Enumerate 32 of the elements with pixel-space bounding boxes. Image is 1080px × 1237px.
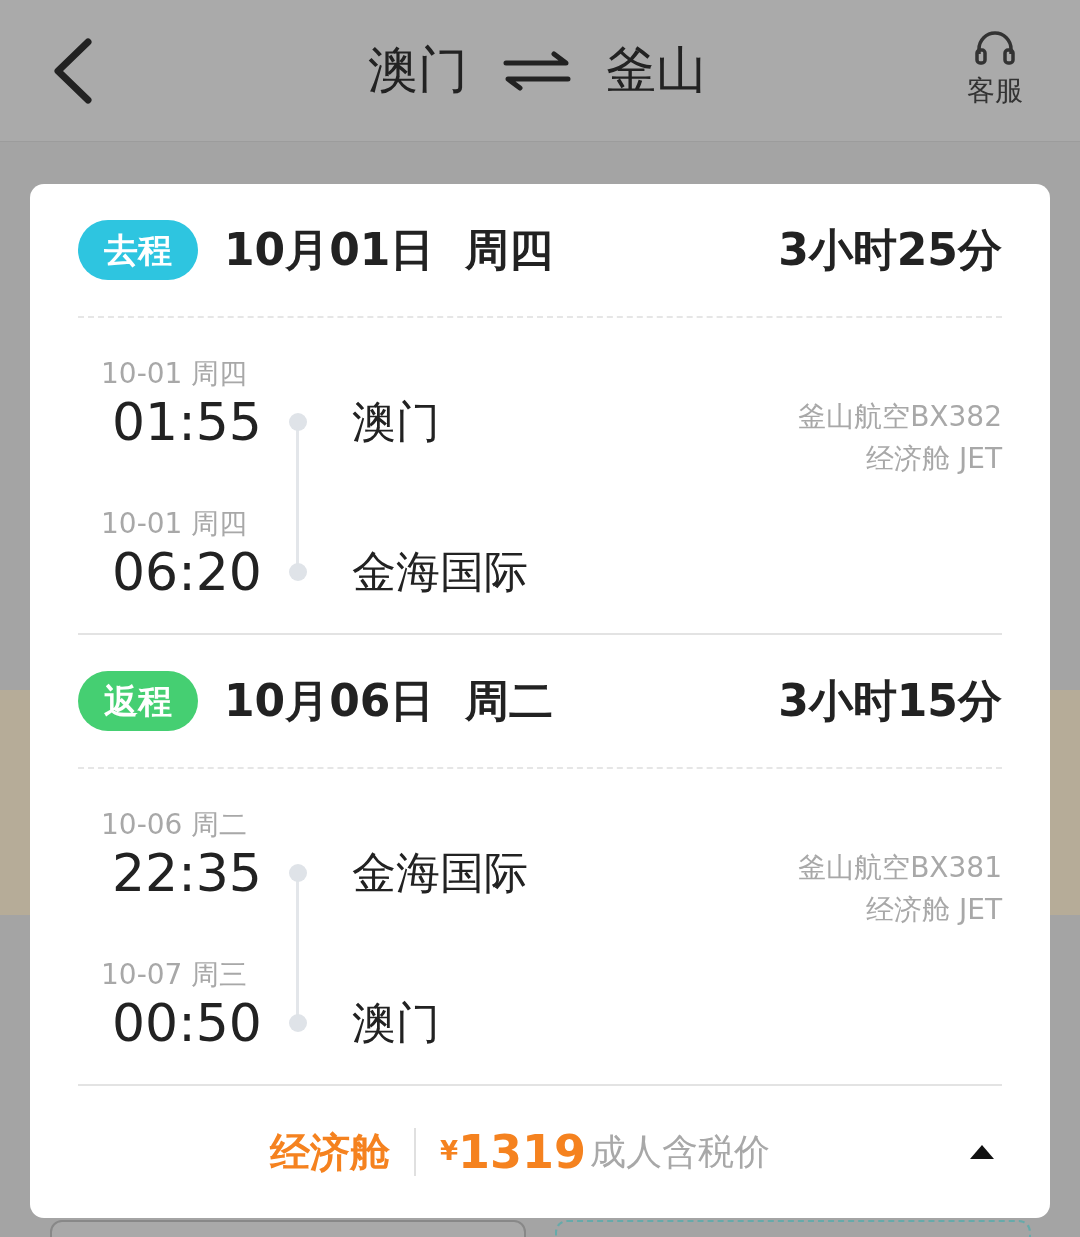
stop-date: 10-01 周四 (101, 356, 248, 392)
cabin-class: 经济舱 JET (866, 441, 1002, 477)
trip-date: 10月01日 周四 (224, 223, 554, 277)
destination-city: 釜山 (606, 40, 706, 101)
price-note: 成人含税价 (590, 1130, 771, 1174)
flight-number: 釜山航空BX381 (798, 850, 1002, 886)
flight-number: 釜山航空BX382 (798, 399, 1002, 435)
stop-time: 22:35 (111, 843, 262, 903)
stop-date: 10-07 周三 (101, 957, 248, 993)
stop-time: 01:55 (111, 392, 262, 452)
airport-name: 澳门 (352, 395, 440, 449)
cabin-class: 经济舱 JET (866, 892, 1002, 928)
caret-icon (968, 1143, 996, 1161)
origin-city: 澳门 (368, 40, 468, 101)
customer-service-button[interactable]: 客服 (960, 29, 1030, 112)
airport-name: 金海国际 (352, 846, 528, 900)
currency-symbol: ¥ (439, 1134, 459, 1168)
swap-arrows-icon (502, 50, 572, 91)
trip-duration: 3小时15分 (778, 674, 1002, 728)
stop-time: 06:20 (111, 542, 262, 602)
airport-name: 澳门 (352, 996, 440, 1050)
trip-duration: 3小时25分 (778, 223, 1002, 277)
cabin-class-label: 经济舱 (269, 1128, 390, 1177)
airport-name: 金海国际 (352, 545, 528, 599)
stop-date: 10-01 周四 (101, 506, 248, 542)
trip-tag: 返程 (78, 671, 198, 731)
trip-tag: 去程 (78, 220, 198, 280)
stop-time: 00:50 (111, 993, 262, 1053)
price: 1319 (458, 1123, 587, 1181)
trip-date: 10月06日 周二 (224, 674, 554, 728)
headset-icon (974, 29, 1016, 68)
stop-date: 10-06 周二 (101, 807, 248, 843)
